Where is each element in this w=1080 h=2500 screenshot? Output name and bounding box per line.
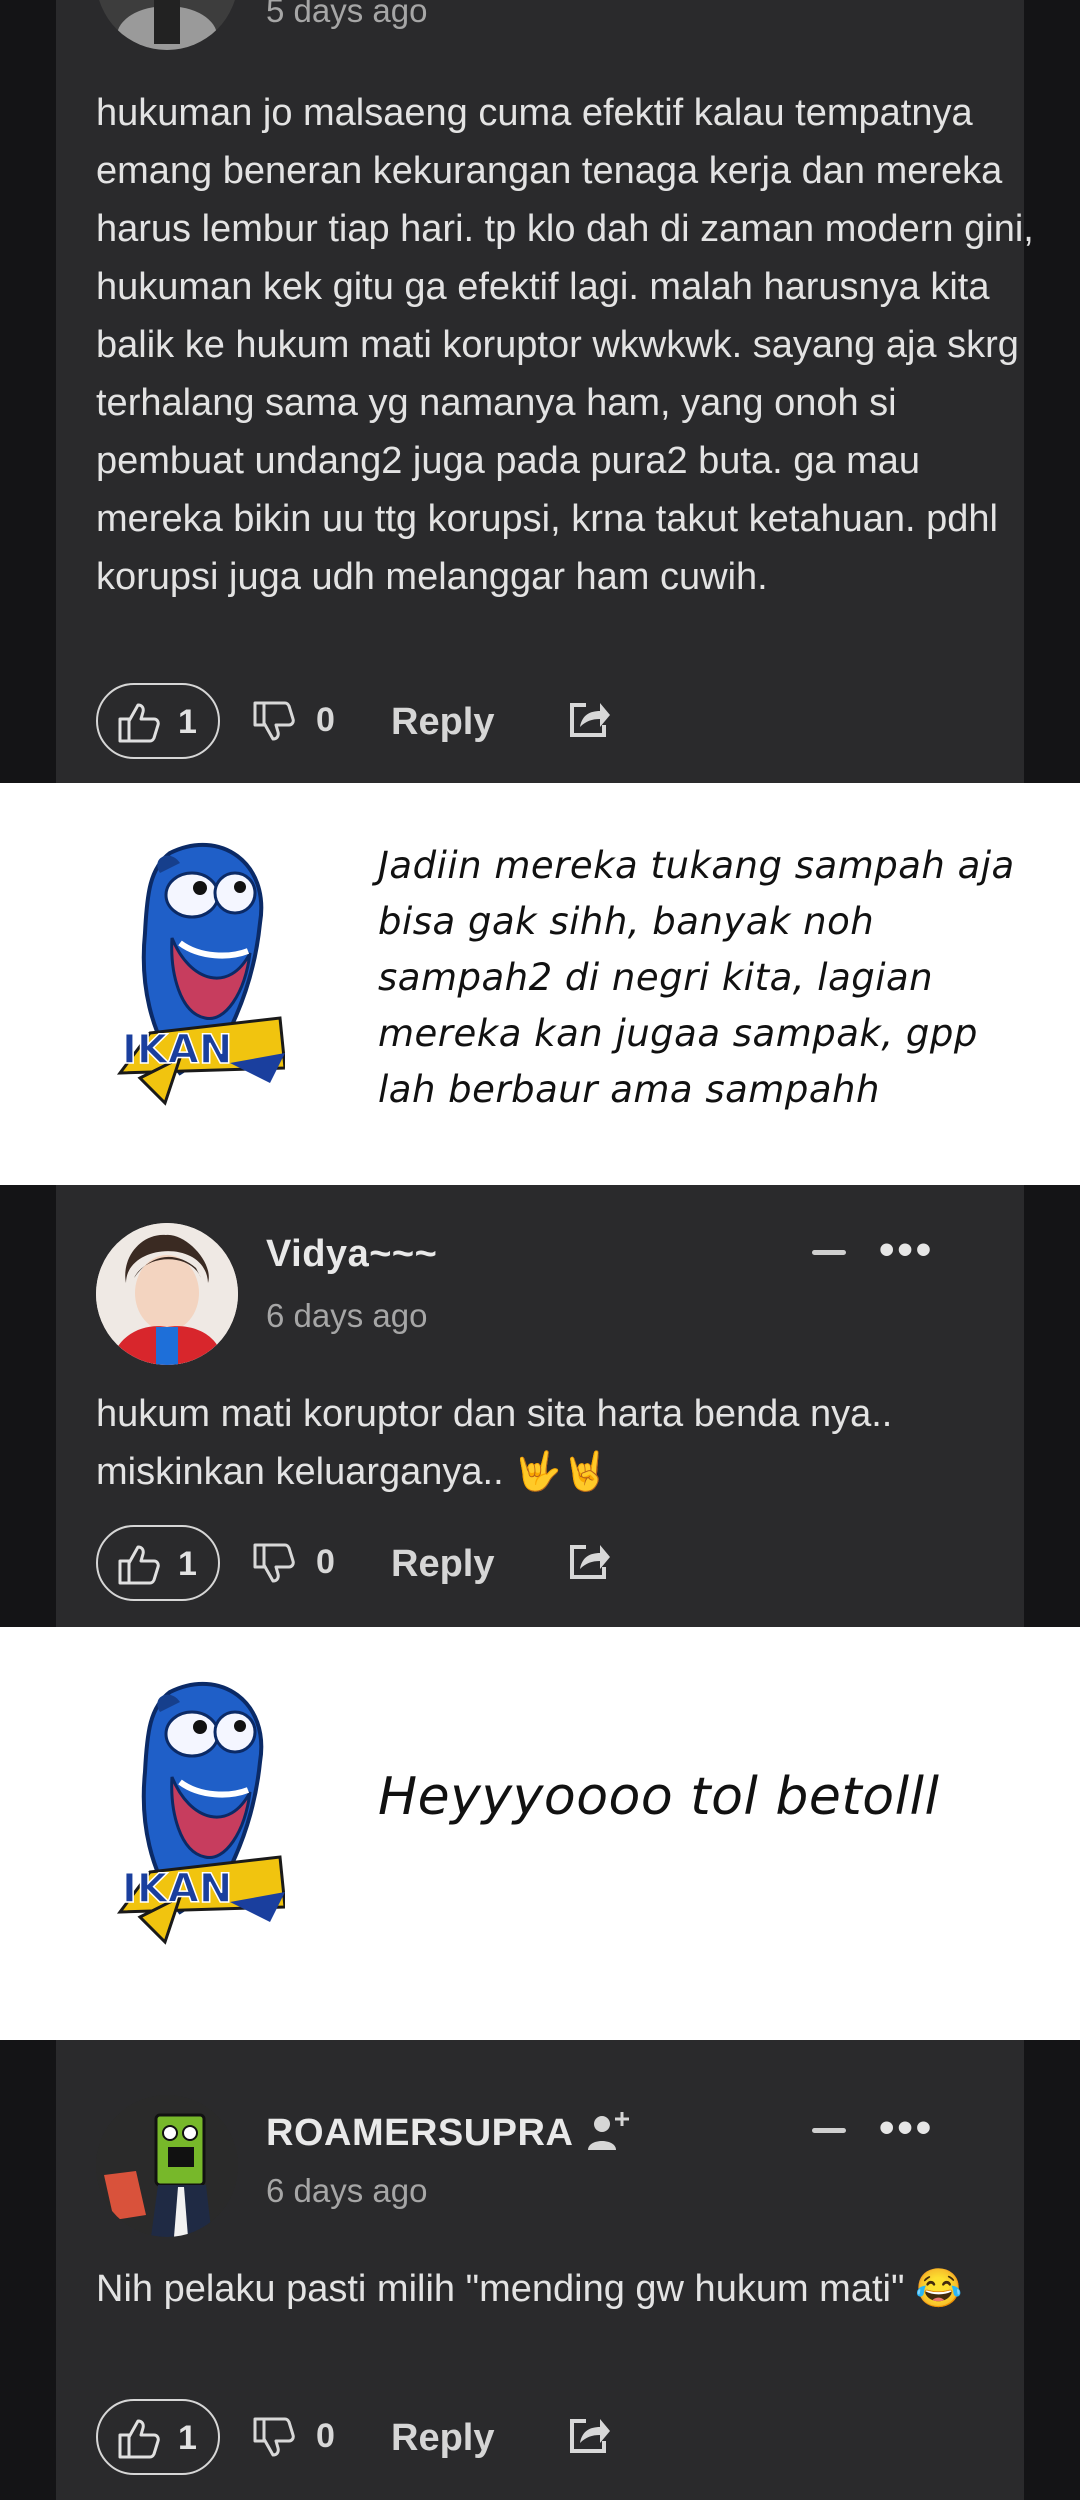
comment-timestamp: 6 days ago [266,2172,428,2209]
reply-button[interactable]: Reply [391,701,494,744]
comment-1: 5 days ago hukuman jo malsaeng cuma efek… [0,0,1080,783]
share-button[interactable] [566,2413,614,2462]
meme-panel: IKAN Jadiin mereka tukang sampah aja bis… [0,783,1080,1185]
dislike-count: 0 [316,701,335,739]
like-count: 1 [178,703,197,741]
more-icon[interactable]: ••• [879,1228,934,1272]
dislike-count: 0 [316,2417,335,2455]
dislike-button[interactable] [251,1541,299,1590]
thumbs-down-icon [253,701,295,741]
share-button[interactable] [566,697,614,746]
comment-actions: 1 0 Reply [96,2399,696,2479]
fish-badge-text: IKAN [122,1027,232,1073]
comment-text: hukum mati koruptor dan sita harta benda… [96,1393,893,1493]
thumbs-up-icon [118,703,160,743]
reply-button[interactable]: Reply [391,1543,494,1586]
dislike-count: 0 [316,1543,335,1581]
avatar[interactable] [96,0,238,50]
comment-card: ROAMERSUPRA 6 days ago ••• Nih pelaku pa… [56,2040,1024,2500]
avatar[interactable] [96,2095,238,2237]
like-button[interactable]: 1 [96,683,220,759]
dislike-button[interactable] [251,699,299,748]
meme-caption: Jadiin mereka tukang sampah aja bisa gak… [378,844,1015,1111]
comment-timestamp: 6 days ago [266,1297,428,1334]
meme-panel: IKAN Heyyyoooo tol betolll [0,1627,1080,2040]
share-icon [570,703,610,737]
collapse-icon[interactable] [812,1250,846,1255]
comment-3: ROAMERSUPRA 6 days ago ••• Nih pelaku pa… [0,2040,1080,2500]
like-count: 1 [178,2419,197,2457]
like-count: 1 [178,1545,197,1583]
comment-text: hukuman jo malsaeng cuma efektif kalau t… [96,92,1034,598]
comment-card: Vidya~~~ 6 days ago ••• hukum mati korup… [56,1185,1024,1627]
thumbs-up-icon [118,1545,160,1585]
username[interactable]: Vidya~~~ [266,1233,437,1276]
reply-button[interactable]: Reply [391,2417,494,2460]
comment-actions: 1 0 Reply [96,1525,696,1605]
share-icon [570,2419,610,2453]
fish-badge-text: IKAN [122,1866,232,1912]
comment-2: Vidya~~~ 6 days ago ••• hukum mati korup… [0,1185,1080,1627]
comment-timestamp: 5 days ago [266,0,428,29]
avatar[interactable] [96,1223,238,1365]
fish-sticker-image: IKAN [116,1676,285,1945]
username[interactable]: ROAMERSUPRA [266,2112,573,2155]
comment-actions: 1 0 Reply [96,683,696,763]
fish-sticker-image: IKAN [116,837,285,1106]
comment-text: Nih pelaku pasti milih "mending gw hukum… [96,2268,963,2310]
add-user-icon[interactable] [586,2110,632,2159]
thumbs-down-icon [253,2417,295,2457]
like-button[interactable]: 1 [96,2399,220,2475]
dislike-button[interactable] [251,2415,299,2464]
thumbs-up-icon [118,2419,160,2459]
meme-caption: Heyyyoooo tol betolll [378,1767,940,1827]
more-icon[interactable]: ••• [879,2106,934,2150]
collapse-icon[interactable] [812,2128,846,2133]
share-icon [570,1545,610,1579]
comment-card: 5 days ago hukuman jo malsaeng cuma efek… [56,0,1034,783]
like-button[interactable]: 1 [96,1525,220,1601]
share-button[interactable] [566,1539,614,1588]
thumbs-down-icon [253,1543,295,1583]
